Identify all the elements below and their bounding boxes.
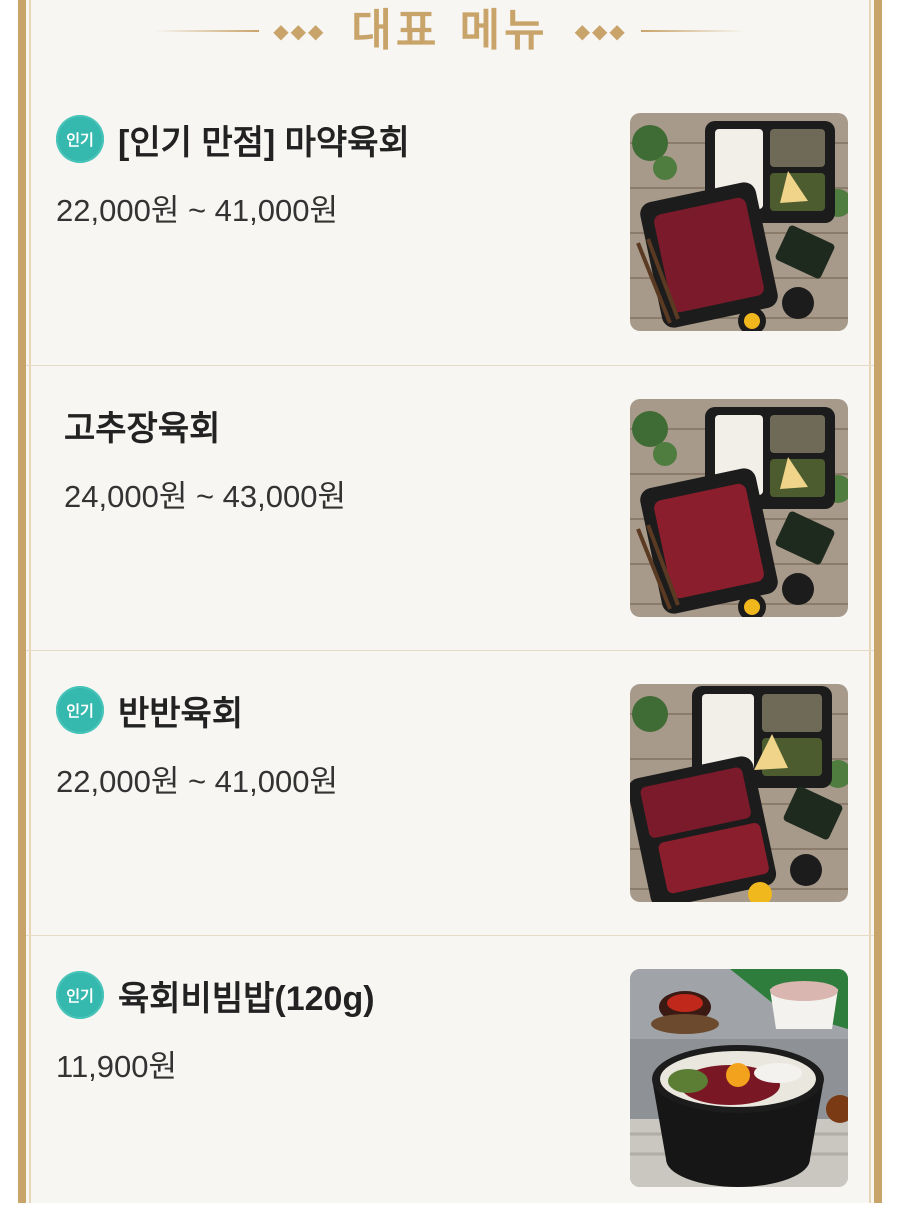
menu-panel: ◆◆◆ 대표 메뉴 ◆◆◆ 인기 [인기 만점] 마약육회 22,000원 ~ …: [26, 0, 874, 1203]
popular-badge: 인기: [56, 115, 104, 163]
menu-item-name: 반반육회: [118, 694, 244, 733]
popular-badge: 인기: [56, 686, 104, 734]
menu-item-gochujang-yukhoe[interactable]: 고추장육회 24,000원 ~ 43,000원: [26, 366, 874, 651]
section-header: ◆◆◆ 대표 메뉴 ◆◆◆: [26, 0, 874, 62]
name-row: 고추장육회: [56, 401, 594, 449]
menu-item-text: 인기 육회비빔밥(120g) 11,900원: [56, 971, 594, 1086]
ornament-right: ◆◆◆: [574, 19, 627, 43]
name-row: 인기 반반육회: [56, 686, 594, 734]
popular-badge: 인기: [56, 971, 104, 1019]
menu-item-price: 22,000원 ~ 41,000원: [56, 193, 339, 228]
menu-list: 인기 [인기 만점] 마약육회 22,000원 ~ 41,000원 고추장육회 …: [26, 80, 874, 1220]
menu-item-banban-yukhoe[interactable]: 인기 반반육회 22,000원 ~ 41,000원: [26, 651, 874, 936]
menu-item-text: 고추장육회 24,000원 ~ 43,000원: [56, 401, 594, 516]
menu-item-price: 24,000원 ~ 43,000원: [64, 479, 347, 514]
menu-item-name: 육회비빔밥(120g): [118, 979, 375, 1018]
menu-item-mayak-yukhoe[interactable]: 인기 [인기 만점] 마약육회 22,000원 ~ 41,000원: [26, 80, 874, 366]
half-half-yukhoe-icon[interactable]: [630, 684, 848, 902]
menu-item-price: 22,000원 ~ 41,000원: [56, 764, 339, 799]
menu-item-yukhoe-bibimbap[interactable]: 인기 육회비빔밥(120g) 11,900원: [26, 936, 874, 1220]
header-rule-right: [640, 30, 746, 32]
name-row: 인기 육회비빔밥(120g): [56, 971, 594, 1019]
menu-item-price: 11,900원: [56, 1049, 178, 1084]
page-frame: ◆◆◆ 대표 메뉴 ◆◆◆ 인기 [인기 만점] 마약육회 22,000원 ~ …: [18, 0, 882, 1203]
header-rule-left: [154, 30, 260, 32]
section-title: 대표 메뉴: [351, 5, 549, 56]
ornament-left: ◆◆◆: [273, 19, 326, 43]
name-row: 인기 [인기 만점] 마약육회: [56, 115, 594, 163]
menu-item-text: 인기 [인기 만점] 마약육회 22,000원 ~ 41,000원: [56, 115, 594, 230]
bibimbap-bowl-icon[interactable]: [630, 969, 848, 1187]
yukhoe-set-icon[interactable]: [630, 399, 848, 617]
menu-item-text: 인기 반반육회 22,000원 ~ 41,000원: [56, 686, 594, 801]
yukhoe-set-icon[interactable]: [630, 113, 848, 331]
menu-item-name: 고추장육회: [64, 409, 221, 448]
menu-item-name: [인기 만점] 마약육회: [118, 123, 410, 162]
